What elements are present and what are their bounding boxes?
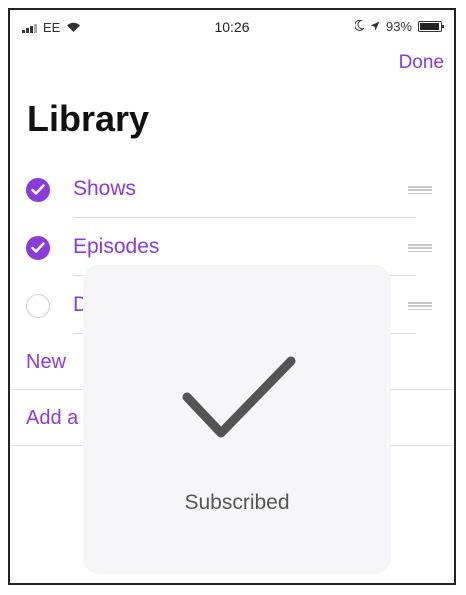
battery-percentage: 93% <box>385 19 412 34</box>
unchecked-circle-icon[interactable] <box>26 294 50 318</box>
reorder-handle-icon[interactable] <box>408 302 432 310</box>
subscribed-hud: Subscribed <box>83 265 391 574</box>
moon-icon <box>354 19 365 34</box>
checked-circle-icon[interactable] <box>26 236 50 260</box>
battery-icon <box>418 21 444 32</box>
status-right: 93% <box>354 19 444 34</box>
add-podcast-link[interactable]: Add a <box>26 407 78 430</box>
hud-label: Subscribed <box>184 491 290 514</box>
page-title: Library <box>27 98 150 139</box>
checked-circle-icon[interactable] <box>26 178 50 202</box>
phone-screen: EE 10:26 93% Done Library Shows Episodes… <box>8 8 456 585</box>
location-arrow-icon <box>370 19 380 34</box>
reorder-handle-icon[interactable] <box>408 244 432 252</box>
reorder-handle-icon[interactable] <box>408 186 432 194</box>
checkmark-icon <box>181 355 297 448</box>
list-item-label: Shows <box>73 177 137 200</box>
list-item-shows[interactable]: Shows <box>10 160 454 218</box>
list-item-label: Episodes <box>73 235 160 258</box>
status-bar: EE 10:26 93% <box>10 10 454 44</box>
new-station-link[interactable]: New <box>26 351 66 374</box>
done-button[interactable]: Done <box>399 52 444 74</box>
